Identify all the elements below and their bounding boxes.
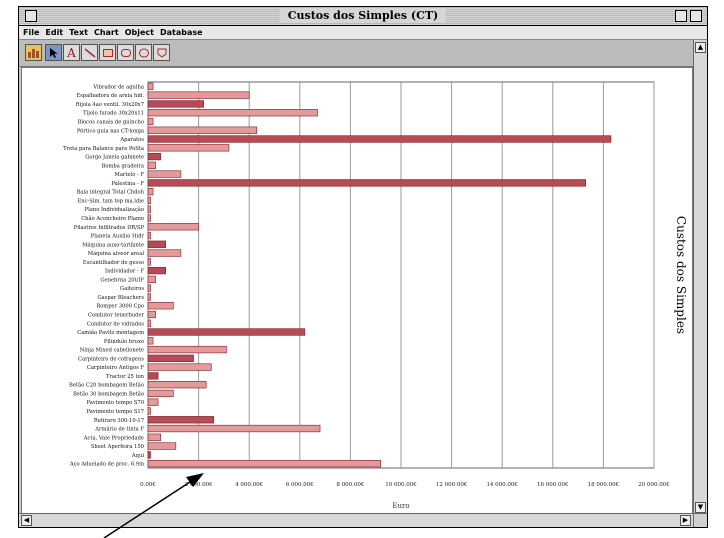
annotation-arrow-icon: [103, 473, 204, 538]
